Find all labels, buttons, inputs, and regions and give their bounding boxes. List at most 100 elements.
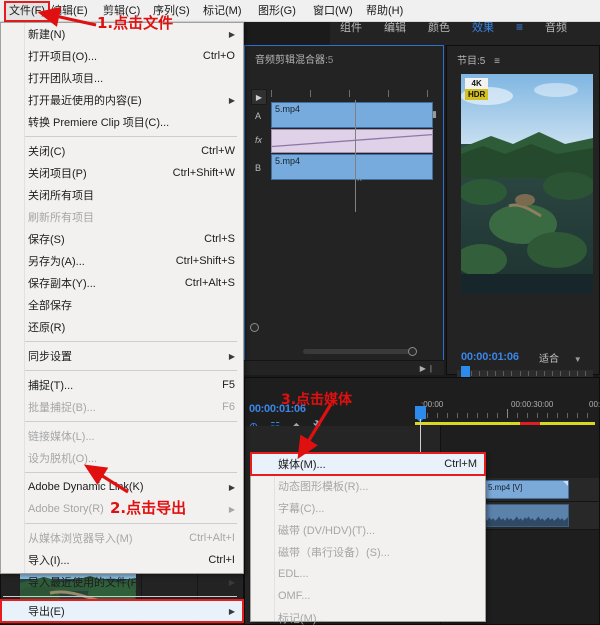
mixer-clip-b[interactable]: 5.mp4 (271, 154, 433, 180)
export-menu-item-label: 字幕(C)... (278, 503, 325, 515)
mixer-clip-b-label: 5.mp4 (275, 156, 301, 166)
chevron-right-icon: ▶ (228, 95, 235, 105)
audio-clip-mixer-panel[interactable]: 音频剪辑混合器:5 ▶ 5.mp4 ▮ A fx 5.mp4 B ^ (244, 45, 444, 375)
tab-assembly[interactable]: 组件 (340, 19, 362, 35)
file-menu-item[interactable]: 同步设置 ▶ (1, 345, 243, 367)
tab-audio[interactable]: 音频 (545, 19, 567, 35)
tab-color[interactable]: 颜色 (428, 19, 450, 35)
export-menu-item-label: 动态图形模板(R)... (278, 481, 369, 493)
program-monitor-playhead[interactable] (461, 366, 470, 379)
file-menu-item-label: Adobe Dynamic Link(K) (28, 481, 144, 493)
annotation-step-3: 3.点击媒体 (281, 392, 353, 408)
menu-marker[interactable]: 标记(M) (200, 3, 245, 20)
export-menu-item-label: 磁带（串行设备）(S)... (278, 547, 390, 559)
program-monitor-panel[interactable]: 节目:5 ≡ 4K HDR 00:00:01:06 适合 ▼ (446, 45, 600, 411)
file-menu-item[interactable]: 捕捉(T)... F5 (1, 374, 243, 396)
mixer-left-knob[interactable] (250, 323, 259, 332)
audio-clip-mixer-title: 音频剪辑混合器:5 (245, 46, 443, 69)
file-menu-item-label: 同步设置 (28, 351, 72, 363)
file-menu-item[interactable]: 另存为(A)... Ctrl+Shift+S (1, 250, 243, 272)
file-menu-item-shortcut: Ctrl+Alt+I (189, 532, 235, 544)
file-menu-item[interactable]: 关闭(C) Ctrl+W (1, 140, 243, 162)
file-menu-separator (3, 341, 237, 342)
tab-effects[interactable]: 效果 (472, 19, 494, 35)
chevron-right-icon: ▶ (228, 606, 235, 616)
export-menu-item: 字幕(C)... (251, 497, 485, 519)
file-menu-item-label: 关闭项目(P) (28, 168, 87, 180)
export-menu-item-shortcut: Ctrl+M (444, 458, 477, 470)
file-menu-item[interactable]: 全部保存 (1, 294, 243, 316)
file-menu-item[interactable]: 导入(I)... Ctrl+I (1, 549, 243, 571)
mixer-scrollbar[interactable] (303, 347, 417, 356)
file-menu-item[interactable]: Adobe Dynamic Link(K) ▶ (1, 476, 243, 498)
export-menu-item-label: 磁带 (DV/HDV)(T)... (278, 525, 376, 537)
tab-editing[interactable]: 编辑 (384, 19, 406, 35)
file-menu-item[interactable]: 打开最近使用的内容(E) ▶ (1, 89, 243, 111)
file-menu-item[interactable]: 导出(E) ▶ (0, 599, 244, 623)
file-menu-item: 链接媒体(L)... (1, 425, 243, 447)
timeline-playhead[interactable] (415, 406, 426, 422)
file-menu-item[interactable]: 保存(S) Ctrl+S (1, 228, 243, 250)
audio-clip-mixer-sequence: 5 (327, 55, 334, 66)
mixer-transport-icons[interactable]: ▶| (420, 364, 436, 373)
file-menu-item[interactable]: 还原(R) (1, 316, 243, 338)
workspace-overflow-icon[interactable]: ≡ (516, 20, 523, 34)
file-menu-separator (3, 370, 237, 371)
mixer-clip-a[interactable]: 5.mp4 ▮ (271, 102, 437, 128)
file-menu-item[interactable]: 打开项目(O)... Ctrl+O (1, 45, 243, 67)
audio-clip-mixer-title-text: 音频剪辑混合器: (255, 55, 328, 66)
timeline-ruler[interactable]: :00:00 00:00:30:00 00:0 (415, 400, 600, 422)
mixer-ruler (271, 90, 433, 100)
export-menu-item: 磁带（串行设备）(S)... (251, 541, 485, 563)
export-menu-item-label: 标记(M)... (278, 613, 326, 625)
menu-graphics[interactable]: 图形(G) (255, 3, 299, 20)
file-menu-item-label: 导出(E) (28, 606, 65, 618)
file-menu-item: 设为脱机(O)... (1, 447, 243, 469)
annotation-step-1: 1.点击文件 (97, 14, 174, 32)
file-menu-separator (3, 523, 237, 524)
menu-file[interactable]: 文件(F) (3, 1, 51, 22)
file-menu-item-label: 打开团队项目... (28, 73, 104, 85)
file-menu-item-shortcut: Ctrl+O (202, 50, 235, 62)
export-menu-item: OMF... (251, 585, 485, 607)
export-submenu[interactable]: 媒体(M)... Ctrl+M 动态图形模板(R)... 字幕(C)... 磁带 (DV… (250, 452, 486, 625)
program-monitor-zoom-select[interactable]: 适合 ▼ (539, 350, 582, 365)
file-menu-item-shortcut: Ctrl+Shift+W (172, 167, 235, 179)
workspace-tabs[interactable]: 组件 编辑 颜色 效果 ≡ 音频 (340, 16, 567, 38)
play-arrow-icon[interactable]: ▶ (251, 89, 267, 105)
file-menu-item-label: 导入最近使用的文件(F) (28, 577, 142, 589)
file-menu-item[interactable]: 保存副本(Y)... Ctrl+Alt+S (1, 272, 243, 294)
menu-edit[interactable]: 编辑(E) (48, 3, 91, 20)
file-menu-item-label: 批量捕捉(B)... (28, 402, 96, 414)
program-monitor-video[interactable]: 4K HDR (461, 74, 593, 294)
file-menu-item[interactable]: 导入最近使用的文件(F) ▶ (1, 571, 243, 593)
file-menu-item[interactable]: 关闭项目(P) Ctrl+Shift+W (1, 162, 243, 184)
chevron-right-icon: ▶ (228, 351, 235, 361)
file-menu-item-label: 保存副本(Y)... (28, 278, 96, 290)
file-menu-item-label: 从媒体浏览器导入(M) (28, 533, 133, 545)
program-monitor-timecode[interactable]: 00:00:01:06 (461, 351, 519, 363)
file-menu-separator (3, 472, 237, 473)
program-monitor-title: 节目:5 ≡ (447, 46, 599, 67)
mixer-track-a-letter: A (255, 111, 262, 121)
mixer-fx-lane[interactable] (271, 129, 433, 153)
file-menu-item-label: 导入(I)... (28, 555, 70, 567)
mixer-track-b-letter: B (255, 163, 262, 173)
file-menu-item-label: 全部保存 (28, 300, 72, 312)
file-menu-item[interactable]: 关闭所有项目 (1, 184, 243, 206)
export-menu-item-label: OMF... (278, 590, 311, 602)
file-menu-item: 从媒体浏览器导入(M) Ctrl+Alt+I (1, 527, 243, 549)
export-menu-item[interactable]: 媒体(M)... Ctrl+M (250, 452, 486, 476)
export-menu-item: 动态图形模板(R)... (251, 475, 485, 497)
file-menu-item[interactable]: 打开团队项目... (1, 67, 243, 89)
export-menu-item-label: 媒体(M)... (278, 459, 326, 471)
chevron-right-icon: ▶ (228, 29, 235, 39)
file-menu-item-shortcut: Ctrl+W (201, 145, 235, 157)
file-menu-item-shortcut: F5 (222, 379, 235, 391)
timeline-work-area-bar[interactable] (415, 422, 599, 425)
mixer-playhead-handle[interactable]: ^ (355, 177, 364, 186)
file-menu-item[interactable]: 转换 Premiere Clip 项目(C)... (1, 111, 243, 133)
file-dropdown-menu[interactable]: 新建(N) ▶ 打开项目(O)... Ctrl+O 打开团队项目... 打开最近使用的内容… (0, 22, 244, 623)
program-monitor-menu-icon[interactable]: ≡ (494, 56, 500, 67)
file-menu-item-label: 链接媒体(L)... (28, 431, 95, 443)
